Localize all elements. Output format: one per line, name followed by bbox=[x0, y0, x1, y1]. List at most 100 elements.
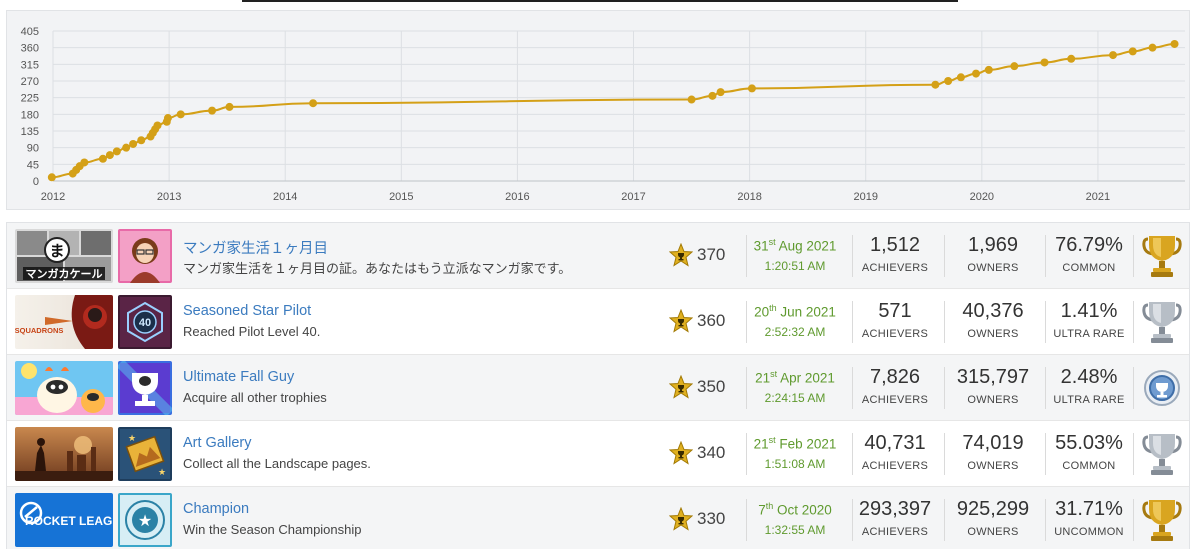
data-point bbox=[972, 69, 981, 78]
game-image-text: SQUADRONS bbox=[15, 326, 63, 335]
data-point bbox=[153, 121, 162, 130]
trophy-badge-text: 40 bbox=[139, 317, 151, 329]
points-star-icon bbox=[668, 374, 694, 399]
trophy-thumbnail[interactable]: 40 bbox=[118, 295, 172, 349]
trophy-thumbnail[interactable]: ★ ★ bbox=[118, 427, 172, 481]
game-thumbnail[interactable] bbox=[15, 361, 113, 415]
achievers-label: ACHIEVERS bbox=[861, 394, 929, 406]
top-divider bbox=[242, 0, 958, 2]
y-tick-label: 180 bbox=[21, 109, 39, 121]
x-tick-label: 2016 bbox=[505, 191, 529, 203]
data-point bbox=[984, 65, 993, 74]
trophy-points: 340 bbox=[697, 443, 726, 462]
trophy-name-link[interactable]: Seasoned Star Pilot bbox=[183, 303, 311, 319]
data-point bbox=[747, 84, 756, 93]
owners-count: 40,376 bbox=[962, 300, 1024, 322]
trophy-description: マンガ家生活を１ヶ月目の証。あなたはもう立派なマンガ家です。 bbox=[183, 261, 572, 276]
data-point bbox=[137, 136, 146, 145]
owners-label: OWNERS bbox=[967, 262, 1019, 274]
game-thumbnail[interactable]: SQUADRONS bbox=[15, 295, 113, 349]
x-tick-label: 2014 bbox=[273, 191, 297, 203]
data-point bbox=[1067, 54, 1076, 63]
achievers-label: ACHIEVERS bbox=[861, 526, 929, 538]
achievers-count: 7,826 bbox=[869, 366, 921, 388]
column-divider bbox=[944, 433, 945, 475]
earned-time: 1:32:55 AM bbox=[764, 523, 826, 537]
earned-day-suffix: st bbox=[768, 237, 776, 247]
column-divider bbox=[1045, 301, 1046, 343]
data-point bbox=[944, 77, 953, 85]
data-point bbox=[163, 114, 172, 123]
y-tick-label: 45 bbox=[27, 159, 39, 171]
x-tick-label: 2019 bbox=[853, 191, 877, 203]
y-tick-label: 90 bbox=[27, 143, 39, 155]
trophy-thumbnail[interactable] bbox=[118, 361, 172, 415]
data-point bbox=[1109, 51, 1118, 60]
data-point bbox=[1128, 47, 1137, 56]
data-point bbox=[47, 173, 56, 182]
trophy-row[interactable]: まマンガカケール マンガ家生活１ヶ月目マンガ家生活を１ヶ月目の証。あなたはもう立派… bbox=[7, 223, 1189, 289]
column-divider bbox=[1045, 433, 1046, 475]
trophy-row[interactable]: SQUADRONS 40 Seasoned Star Pilot Reached Pi… bbox=[7, 289, 1189, 355]
earned-date: 7th Oct 2020 bbox=[740, 501, 850, 518]
data-point bbox=[80, 158, 89, 167]
trophy-row[interactable]: ★ ★ Art Gallery Collect all the Landscape p… bbox=[7, 421, 1189, 487]
earned-day: 21 bbox=[753, 436, 769, 452]
trophy-row[interactable]: ROCKET LEAGUE ★ Champion Win the Season Cha… bbox=[7, 487, 1189, 549]
data-point bbox=[708, 91, 717, 100]
x-tick-label: 2015 bbox=[389, 191, 413, 203]
data-point bbox=[1148, 43, 1157, 52]
trophy-name-link[interactable]: Art Gallery bbox=[183, 435, 252, 451]
owners-count: 74,019 bbox=[962, 432, 1024, 454]
data-point bbox=[129, 139, 138, 148]
achievers-count: 1,512 bbox=[869, 234, 921, 256]
trophy-name-link[interactable]: Ultimate Fall Guy bbox=[183, 369, 294, 385]
data-point bbox=[112, 147, 121, 156]
earned-time: 1:20:51 AM bbox=[764, 259, 826, 273]
achievers-label: ACHIEVERS bbox=[861, 328, 929, 340]
trophy-name-link[interactable]: マンガ家生活１ヶ月目 bbox=[183, 237, 328, 258]
x-tick-label: 2018 bbox=[737, 191, 761, 203]
owners-count: 925,299 bbox=[956, 498, 1030, 520]
achievers-label: ACHIEVERS bbox=[861, 460, 929, 472]
owners-count: 1,969 bbox=[967, 234, 1019, 256]
rarity-label: ULTRA RARE bbox=[1053, 394, 1125, 406]
y-tick-label: 135 bbox=[21, 126, 39, 138]
trophy-description: Win the Season Championship bbox=[183, 522, 362, 537]
platinum-trophy-icon bbox=[1142, 365, 1182, 411]
trophy-list: まマンガカケール マンガ家生活１ヶ月目マンガ家生活を１ヶ月目の証。あなたはもう立派… bbox=[6, 222, 1190, 549]
trophy-thumbnail[interactable] bbox=[118, 229, 172, 283]
rarity-label: UNCOMMON bbox=[1054, 526, 1124, 538]
data-point bbox=[956, 73, 965, 82]
rarity-label: COMMON bbox=[1062, 262, 1116, 274]
achievers-count: 571 bbox=[878, 300, 912, 322]
points-star-icon bbox=[668, 242, 694, 267]
game-thumbnail[interactable]: まマンガカケール bbox=[15, 229, 113, 283]
trophy-thumbnail[interactable]: ★ bbox=[118, 493, 172, 547]
x-tick-label: 2012 bbox=[41, 191, 65, 203]
earned-day-suffix: st bbox=[770, 369, 778, 379]
rarity-percent: 55.03% bbox=[1055, 432, 1123, 454]
trophy-points: 330 bbox=[697, 509, 726, 528]
trophy-description: Reached Pilot Level 40. bbox=[183, 324, 321, 339]
y-tick-label: 0 bbox=[33, 176, 39, 188]
earned-date: 21st Feb 2021 bbox=[740, 435, 850, 452]
game-thumbnail[interactable]: ROCKET LEAGUE bbox=[15, 493, 113, 547]
achievers-count: 40,731 bbox=[864, 432, 926, 454]
column-divider bbox=[944, 235, 945, 277]
trophy-row[interactable]: Ultimate Fall Guy Acquire all other troph… bbox=[7, 355, 1189, 421]
owners-label: OWNERS bbox=[967, 394, 1019, 406]
game-image-text: ROCKET LEAGUE bbox=[25, 514, 113, 528]
y-tick-label: 360 bbox=[21, 43, 39, 55]
silver-trophy-icon bbox=[1142, 431, 1182, 477]
trophy-name-link[interactable]: Champion bbox=[183, 501, 249, 517]
data-point bbox=[208, 106, 217, 115]
earned-day: 31 bbox=[753, 238, 769, 254]
data-point bbox=[1010, 62, 1019, 71]
trophy-description: Collect all the Landscape pages. bbox=[183, 456, 371, 471]
column-divider bbox=[944, 301, 945, 343]
data-point bbox=[309, 99, 318, 108]
trophy-progress-chart: 0 45 90 135 180 225 270 315 360 405 2012 2013 2014 20… bbox=[6, 10, 1190, 210]
earned-date: 31st Aug 2021 bbox=[740, 237, 850, 254]
game-thumbnail[interactable] bbox=[15, 427, 113, 481]
